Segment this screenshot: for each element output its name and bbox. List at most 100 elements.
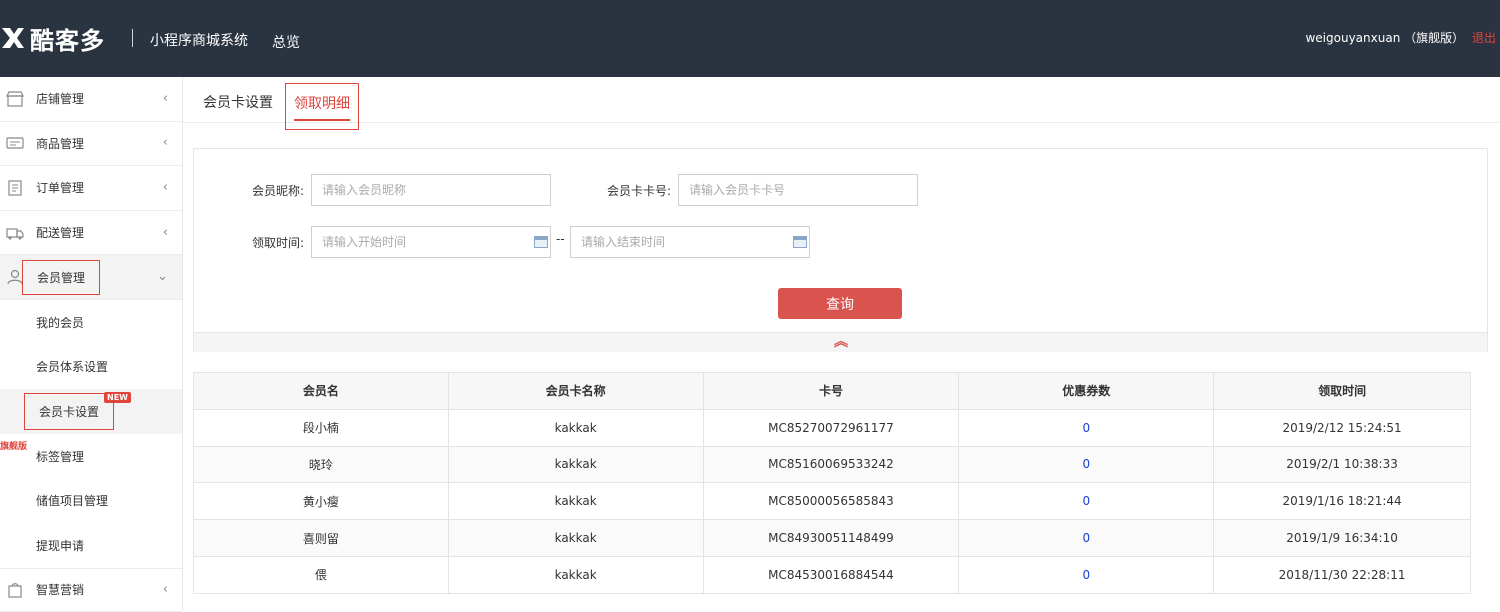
store-icon xyxy=(6,91,24,107)
range-separator: -- xyxy=(556,232,565,246)
member-name-cell: 偎 xyxy=(193,555,449,594)
member-name-cell: 黄小瘦 xyxy=(193,482,449,521)
table-row: 喜则留 kakkak MC84930051148499 0 2019/1/9 1… xyxy=(193,519,1471,557)
column-header: 会员卡名称 xyxy=(447,372,704,410)
member-name-cell: 晓玲 xyxy=(193,445,449,484)
card-number-cell: MC84930051148499 xyxy=(702,519,960,557)
claim-time-label: 领取时间: xyxy=(252,236,305,250)
member-name-cell: 段小楠 xyxy=(193,408,449,447)
card-name-cell: kakkak xyxy=(447,482,704,521)
table-row: 段小楠 kakkak MC85270072961177 0 2019/2/12 … xyxy=(193,408,1471,447)
table-row: 偎 kakkak MC84530016884544 0 2018/11/30 2… xyxy=(193,555,1471,594)
username: weigouyanxuan xyxy=(1305,31,1401,45)
card-number-cell: MC85000056585843 xyxy=(702,482,960,521)
sidebar-subitem-label: 标签管理 xyxy=(36,449,85,464)
card-name-cell: kakkak xyxy=(447,555,704,594)
calendar-icon[interactable] xyxy=(534,236,548,248)
card-name-cell: kakkak xyxy=(447,519,704,557)
double-chevron-up-icon: ︽ xyxy=(834,334,848,350)
chevron-left-icon: ‹ xyxy=(162,581,168,597)
nav-overview-link[interactable]: 总览 xyxy=(272,32,300,52)
card-number-cell: MC85160069533242 xyxy=(702,445,960,484)
collapse-toggle[interactable]: ︽ xyxy=(194,332,1487,352)
tab-member-card-settings[interactable]: 会员卡设置 xyxy=(203,92,273,112)
top-navigation-bar: 酷客多 小程序商城系统 总览 weigouyanxuan （旗舰版） 退出 xyxy=(0,0,1500,77)
coupon-count-link[interactable]: 0 xyxy=(958,519,1215,557)
calendar-icon[interactable] xyxy=(793,236,807,248)
sidebar-item-label: 会员管理 xyxy=(22,259,101,295)
sidebar-item-goods[interactable]: 商品管理 ‹ xyxy=(0,122,182,167)
member-name-cell: 喜则留 xyxy=(193,519,449,557)
claim-time-cell: 2019/1/9 16:34:10 xyxy=(1213,519,1471,557)
coupon-count-link[interactable]: 0 xyxy=(958,555,1215,594)
card-number-cell: MC85270072961177 xyxy=(702,408,960,447)
sidebar-subitem-member-system[interactable]: 会员体系设置 xyxy=(0,345,182,390)
coupon-count-link[interactable]: 0 xyxy=(958,482,1215,521)
chevron-down-icon: ⌄ xyxy=(157,269,168,285)
logo-mark-icon xyxy=(0,22,26,54)
sidebar-subitem-member-card-settings[interactable]: 会员卡设置 NEW 旗舰版 xyxy=(0,389,182,452)
card-number-label: 会员卡卡号: xyxy=(607,184,672,198)
column-header: 卡号 xyxy=(702,372,960,410)
user-area: weigouyanxuan （旗舰版） 退出 xyxy=(1305,29,1496,46)
sidebar-subitem-stored-value[interactable]: 储值项目管理 xyxy=(0,478,182,523)
sidebar-subitem-label: 储值项目管理 xyxy=(36,494,109,509)
system-name: 小程序商城系统 xyxy=(150,33,248,49)
coupon-count-link[interactable]: 0 xyxy=(958,408,1215,447)
sidebar-subitem-label: 我的会员 xyxy=(36,315,85,330)
claim-time-cell: 2019/2/1 10:38:33 xyxy=(1213,445,1471,484)
table-row: 晓玲 kakkak MC85160069533242 0 2019/2/1 10… xyxy=(193,445,1471,484)
tab-claim-details[interactable]: 领取明细 xyxy=(285,83,359,130)
brand-logo[interactable]: 酷客多 xyxy=(0,22,105,55)
card-name-cell: kakkak xyxy=(447,445,704,484)
sidebar-subitem-my-members[interactable]: 我的会员 xyxy=(0,300,182,345)
sidebar-item-members[interactable]: 会员管理 ⌄ xyxy=(0,255,182,300)
order-icon xyxy=(6,180,24,196)
delivery-icon xyxy=(6,225,24,241)
sidebar-item-marketing[interactable]: 智慧营销 ‹ xyxy=(0,567,182,612)
edition-label: （旗舰版） xyxy=(1404,31,1465,45)
logout-link[interactable]: 退出 xyxy=(1472,31,1496,45)
chevron-left-icon: ‹ xyxy=(162,179,168,195)
sidebar-item-label: 订单管理 xyxy=(36,181,85,196)
filter-panel: 会员昵称: 会员卡卡号: 领取时间: -- 查询 ︽ xyxy=(193,148,1488,352)
sidebar-subitem-tags[interactable]: 标签管理 xyxy=(0,434,182,479)
chevron-left-icon: ‹ xyxy=(162,224,168,240)
new-badge: NEW xyxy=(104,392,131,404)
claim-time-cell: 2019/2/12 15:24:51 xyxy=(1213,408,1471,447)
claim-time-cell: 2019/1/16 18:21:44 xyxy=(1213,482,1471,521)
sidebar-item-label: 智慧营销 xyxy=(36,583,85,598)
sidebar-subitem-label: 会员体系设置 xyxy=(36,360,109,375)
column-header: 会员名 xyxy=(193,372,449,410)
sidebar: 店铺管理 ‹ 商品管理 ‹ 订单管理 ‹ 配送管理 ‹ 会员管理 ⌄ 我的会员 … xyxy=(0,77,183,612)
column-header: 领取时间 xyxy=(1213,372,1471,410)
goods-icon xyxy=(6,135,24,151)
sidebar-item-orders[interactable]: 订单管理 ‹ xyxy=(0,166,182,211)
brand-name: 酷客多 xyxy=(30,26,105,55)
card-number-cell: MC84530016884544 xyxy=(702,555,960,594)
chevron-left-icon: ‹ xyxy=(162,90,168,106)
sidebar-subitem-withdrawal[interactable]: 提现申请 xyxy=(0,523,182,568)
nickname-label: 会员昵称: xyxy=(252,184,305,198)
tab-label: 领取明细 xyxy=(294,96,350,112)
sidebar-subitem-label: 提现申请 xyxy=(36,538,85,553)
end-time-input[interactable] xyxy=(570,226,810,258)
claim-details-table: 会员名 会员卡名称 卡号 优惠券数 领取时间 段小楠 kakkak MC8527… xyxy=(193,372,1471,594)
query-button[interactable]: 查询 xyxy=(778,288,902,319)
marketing-icon xyxy=(6,582,24,598)
coupon-count-link[interactable]: 0 xyxy=(958,445,1215,484)
sidebar-item-delivery[interactable]: 配送管理 ‹ xyxy=(0,211,182,256)
tab-bar: 会员卡设置 领取明细 xyxy=(183,77,1500,130)
nickname-input[interactable] xyxy=(311,174,551,206)
sidebar-item-store[interactable]: 店铺管理 ‹ xyxy=(0,77,182,122)
table-row: 黄小瘦 kakkak MC85000056585843 0 2019/1/16 … xyxy=(193,482,1471,521)
start-time-input[interactable] xyxy=(311,226,551,258)
card-number-input[interactable] xyxy=(678,174,918,206)
sidebar-subitem-label: 会员卡设置 xyxy=(24,392,115,430)
sidebar-item-label: 店铺管理 xyxy=(36,92,85,107)
card-name-cell: kakkak xyxy=(447,408,704,447)
table-header-row: 会员名 会员卡名称 卡号 优惠券数 领取时间 xyxy=(193,372,1471,410)
sidebar-item-label: 商品管理 xyxy=(36,136,85,151)
logo-separator xyxy=(132,29,133,47)
claim-time-cell: 2018/11/30 22:28:11 xyxy=(1213,555,1471,594)
